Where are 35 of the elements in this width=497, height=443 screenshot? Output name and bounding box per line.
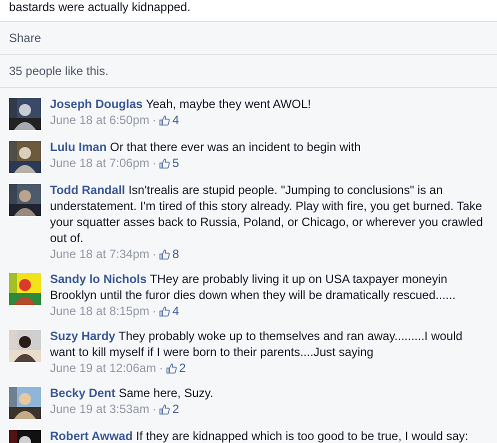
like-count[interactable]: 5 [172, 155, 180, 171]
author-link[interactable]: Suzy Hardy [50, 329, 116, 343]
author-link[interactable]: Robert Awwad [50, 429, 133, 443]
thumbs-up-icon [159, 114, 170, 126]
comment-text: Lulu Iman Or that there ever was an incident to begin with [50, 139, 362, 155]
comment-text: Sandy lo Nichols THey are probably living it up on USA taxpayer moneyin Brooklyn until the furor dies down when they will be dramatically rescued...... [50, 271, 457, 303]
author-link[interactable]: Joseph Douglas [50, 97, 143, 111]
like-count[interactable]: 4 [172, 112, 180, 128]
like-count[interactable]: 2 [172, 401, 180, 417]
share-link[interactable]: Share [9, 31, 42, 45]
like-count[interactable]: 4 [172, 303, 180, 319]
like-count[interactable]: 2 [179, 360, 186, 376]
thumbs-up-icon [159, 248, 170, 260]
post-text: bastards were actually kidnapped. [9, 0, 192, 15]
separator: · [152, 112, 156, 128]
separator: · [152, 155, 156, 171]
author-link[interactable]: Todd Randall [50, 183, 126, 197]
thumbs-up-icon [166, 362, 178, 374]
like-count[interactable]: 8 [172, 246, 180, 262]
separator: · [152, 401, 156, 417]
thumbs-up-icon [159, 158, 170, 168]
separator: · [152, 303, 156, 319]
author-link[interactable]: Sandy lo Nichols [50, 272, 147, 286]
comment-text: Todd Randall Isn'trealis are stupid people. "Jumping to conclusions" is an understatement. I'm tired of this story already. Play with fire, you get burned. Take your squatter asses back to Russia, Poland, or Chicago, or wherever you crawled out of. [50, 182, 484, 246]
comment-text: Robert Awwad If they are kidnapped which is too good to be true, I would say: [50, 428, 470, 443]
thumbs-up-icon [159, 306, 170, 316]
author-link[interactable]: Becky Dent [50, 386, 116, 400]
separator: · [152, 246, 156, 262]
likes-summary: 35 people like this. [9, 64, 108, 78]
comment-text: Becky Dent Same here, Suzy. [50, 385, 214, 401]
comment-text: Joseph Douglas Yeah, maybe they went AWOL! [50, 96, 312, 112]
comment-text: Suzy Hardy They probably woke up to themselves and ran away.........I would want to kill myself if I were born to their parents....Just saying [50, 328, 464, 360]
separator: · [159, 360, 164, 376]
author-link[interactable]: Lulu Iman [50, 140, 107, 154]
thumbs-up-icon [159, 404, 170, 414]
